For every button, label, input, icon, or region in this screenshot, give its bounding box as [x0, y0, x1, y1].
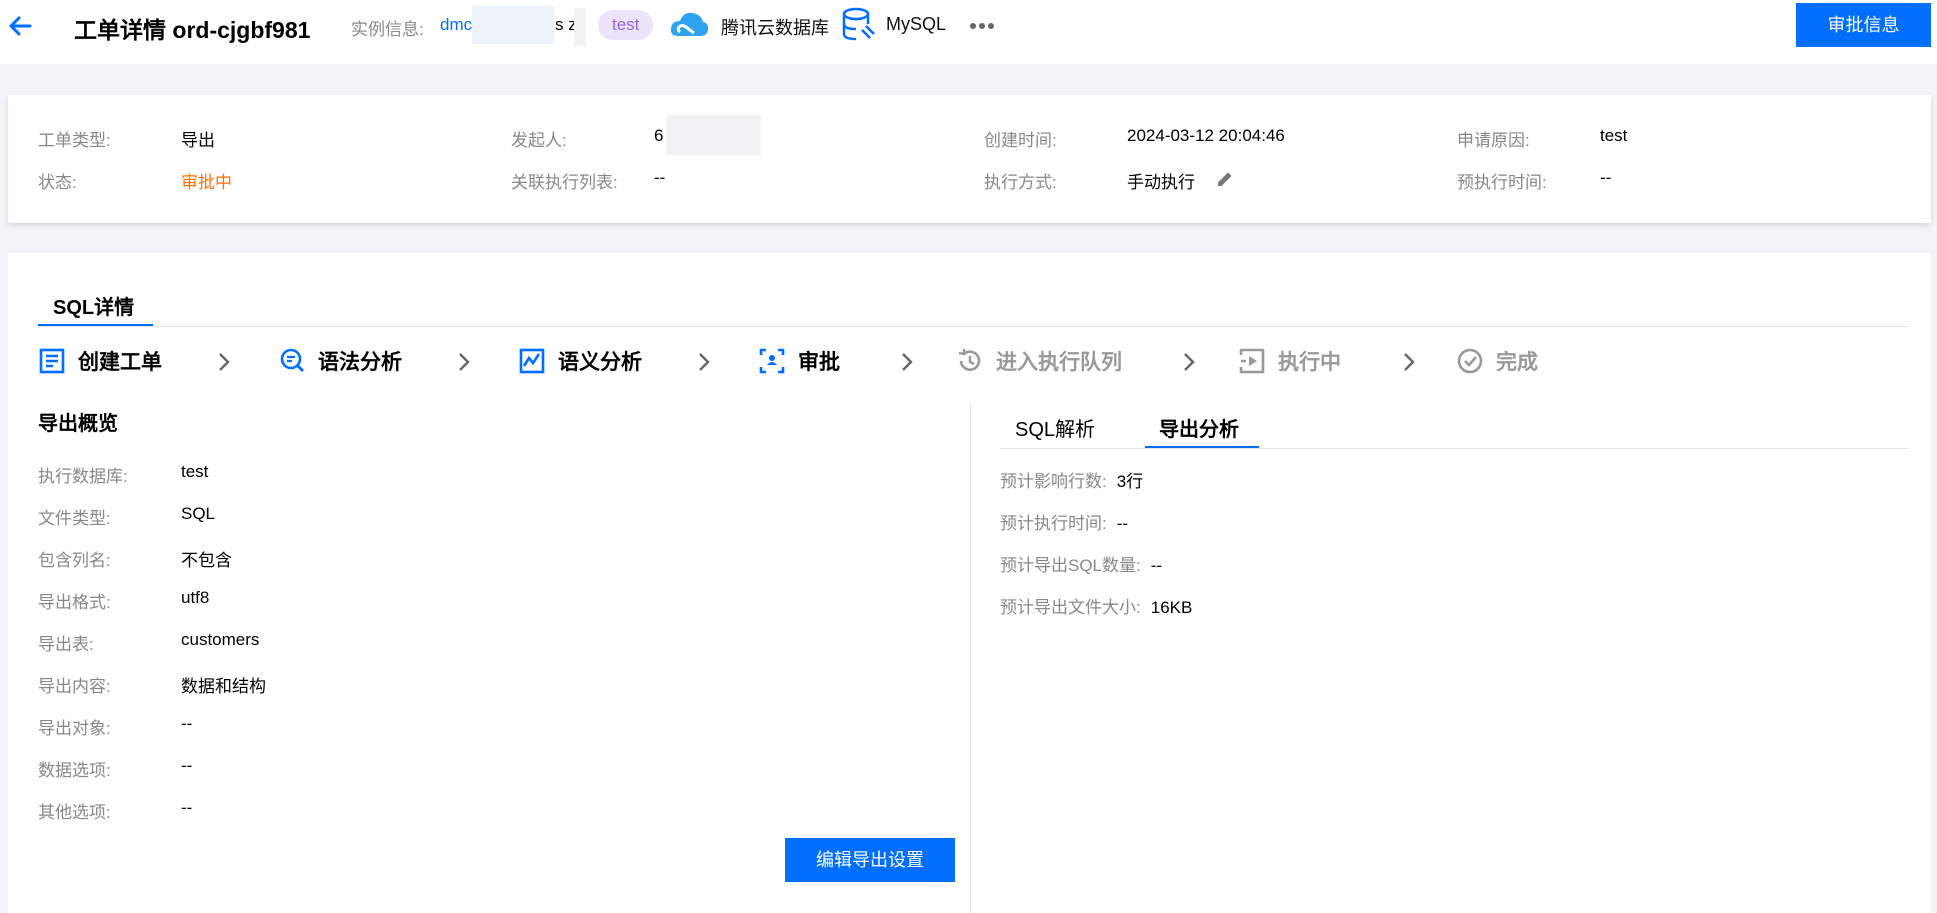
- exec-mode-value: 手动执行: [1127, 173, 1195, 192]
- approval-info-button[interactable]: 审批信息: [1796, 3, 1931, 47]
- analysis-row: 预计导出文件大小: 16KB: [1000, 598, 1193, 617]
- tencent-cloud-icon: [670, 12, 709, 36]
- chevron-right-icon: [219, 353, 230, 371]
- chart-icon: [519, 348, 545, 374]
- sql-detail-card: SQL详情 创建工单 语法分析 语义分析 审批 进入执行队列 执行中 完成 导出…: [8, 253, 1931, 913]
- export-overview-title: 导出概览: [38, 413, 118, 435]
- redacted-mask: [666, 115, 761, 155]
- list-icon: [39, 348, 65, 374]
- step-approval: 审批: [758, 345, 840, 377]
- tab-divider: [38, 326, 1908, 327]
- step-executing: 执行中: [1238, 345, 1341, 377]
- ticket-type-value: 导出: [181, 131, 215, 150]
- check-circle-icon: [1457, 348, 1483, 374]
- page-title: 工单详情 ord-cjgbf981: [74, 17, 311, 43]
- analysis-row: 预计影响行数: 3行: [1000, 472, 1144, 491]
- reason-value: test: [1600, 126, 1628, 145]
- edit-export-settings-button[interactable]: 编辑导出设置: [785, 838, 955, 882]
- redacted-mask: [574, 8, 586, 46]
- step-complete: 完成: [1456, 345, 1538, 377]
- status-value: 审批中: [181, 173, 232, 192]
- exec-list-value: --: [654, 168, 666, 187]
- more-icon[interactable]: [968, 14, 996, 38]
- approve-icon: [759, 348, 785, 374]
- edit-pencil-icon[interactable]: [1216, 170, 1234, 188]
- chevron-right-icon: [1404, 353, 1415, 371]
- analysis-row: 预计导出SQL数量: --: [1000, 556, 1163, 575]
- back-arrow-icon[interactable]: [6, 12, 34, 40]
- env-tag: test: [598, 10, 654, 40]
- instance-label: 实例信息:: [351, 20, 424, 39]
- ticket-info-card: 工单类型: 导出 发起人: 6 创建时间: 2024-03-12 20:04:4…: [8, 95, 1931, 223]
- play-icon: [1239, 348, 1265, 374]
- step-syntax-analysis: 语法分析: [278, 345, 402, 377]
- created-time-value: 2024-03-12 20:04:46: [1127, 126, 1285, 145]
- analysis-row: 预计执行时间: --: [1000, 514, 1129, 533]
- tab-sql-parse[interactable]: SQL解析: [1015, 413, 1095, 442]
- search-icon: [280, 348, 304, 372]
- tab-export-analysis[interactable]: 导出分析: [1159, 413, 1239, 442]
- step-create-ticket: 创建工单: [38, 345, 162, 377]
- page-header: 工单详情 ord-cjgbf981 实例信息: dmc s zi test 腾讯…: [0, 0, 1937, 64]
- chevron-right-icon: [699, 353, 710, 371]
- chevron-right-icon: [1184, 353, 1195, 371]
- initiator-value: 6: [654, 126, 664, 145]
- db-type: MySQL: [886, 14, 947, 34]
- chevron-right-icon: [459, 353, 470, 371]
- tab-sql-detail[interactable]: SQL详情: [53, 291, 134, 320]
- cloud-name: 腾讯云数据库: [721, 18, 829, 38]
- step-semantic-analysis: 语义分析: [518, 345, 642, 377]
- mysql-db-icon: [842, 7, 875, 41]
- history-icon: [958, 349, 981, 371]
- step-enter-queue: 进入执行队列: [956, 345, 1122, 377]
- redacted-mask: [472, 6, 554, 44]
- pre-exec-value: --: [1600, 168, 1612, 187]
- instance-link[interactable]: dmc: [440, 15, 472, 35]
- vertical-divider: [970, 403, 971, 913]
- chevron-right-icon: [902, 353, 913, 371]
- tab-divider: [1000, 448, 1908, 449]
